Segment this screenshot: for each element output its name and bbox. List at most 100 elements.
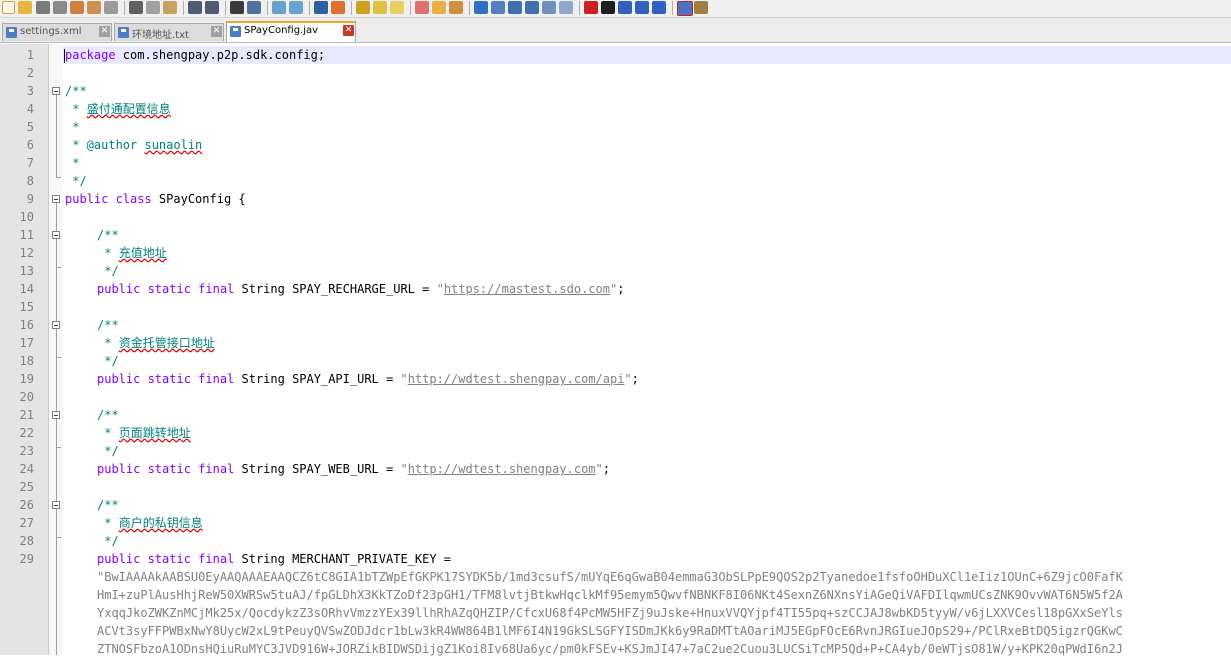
paragraph-icon[interactable] (491, 1, 505, 14)
fold-guide-end (56, 537, 61, 538)
line-number: 28 (19, 534, 34, 548)
unindent-icon[interactable] (525, 1, 539, 14)
show-all-chars-icon[interactable] (356, 1, 370, 14)
indent-guide-icon[interactable] (373, 1, 387, 14)
tab-spayconfig-java[interactable]: SPayConfig.jav ✕ (226, 21, 356, 42)
code-line-27: * 商户的私钥信息 (97, 516, 203, 530)
line-number: 11 (19, 228, 34, 242)
toolbar (0, 0, 1231, 18)
code-line-11: /** (97, 228, 119, 242)
line-number: 15 (19, 300, 34, 314)
fold-toggle-icon[interactable] (52, 87, 60, 95)
redo-icon[interactable] (205, 1, 219, 14)
bookmark-icon[interactable] (390, 1, 404, 14)
file-icon (230, 26, 241, 37)
toolbar-separator (672, 1, 673, 15)
doc-map-icon[interactable] (415, 1, 429, 14)
line-number: 17 (19, 336, 34, 350)
line-number: 29 (19, 552, 34, 566)
open-file-icon[interactable] (18, 1, 32, 14)
cut-icon[interactable] (129, 1, 143, 14)
line-number: 22 (19, 426, 34, 440)
line-number: 4 (26, 102, 34, 116)
line-number: 8 (26, 174, 34, 188)
spell-check-icon[interactable] (677, 1, 693, 16)
line-number: 9 (26, 192, 34, 206)
key-line-3: YxqqJkoZWKZnMCjMk25x/QocdykzZ3sORhvVmzzY… (97, 606, 1123, 620)
zoom-in-icon[interactable] (272, 1, 286, 14)
run-macro-multiple-icon[interactable] (635, 1, 649, 14)
replace-icon[interactable] (247, 1, 261, 14)
code-line-17: * 资金托管接口地址 (97, 336, 215, 350)
fold-toggle-icon[interactable] (52, 411, 60, 419)
file-icon (6, 27, 17, 38)
code-line-5: * (65, 120, 80, 134)
print-icon[interactable] (104, 1, 118, 14)
tab-close-icon[interactable]: ✕ (211, 26, 222, 37)
stop-macro-icon[interactable] (601, 1, 615, 14)
function-list-icon[interactable] (432, 1, 446, 14)
close-all-icon[interactable] (87, 1, 101, 14)
clip-icon[interactable] (559, 1, 573, 14)
fold-guide (56, 95, 57, 177)
line-number: 2 (26, 66, 34, 80)
code-line-19: public static final String SPAY_API_URL … (97, 372, 639, 386)
play-macro-icon[interactable] (618, 1, 632, 14)
code-line-4: * 盛付通配置信息 (65, 102, 171, 116)
macro-list-icon[interactable] (474, 1, 488, 14)
code-line-22: * 页面跳转地址 (97, 426, 191, 440)
line-number: 7 (26, 156, 34, 170)
save-all-icon[interactable] (53, 1, 67, 14)
fold-toggle-icon[interactable] (52, 231, 60, 239)
paste-icon[interactable] (163, 1, 177, 14)
code-editor[interactable]: 1 2 3 4 5 6 7 8 9 10 11 12 13 14 15 16 1… (0, 44, 1231, 656)
plugin-icon[interactable] (694, 1, 708, 14)
sync-scroll-icon[interactable] (314, 1, 328, 14)
fold-toggle-icon[interactable] (52, 321, 60, 329)
tab-close-icon[interactable]: ✕ (343, 25, 354, 36)
code-line-6: * @author sunaolin (65, 138, 203, 152)
fold-toggle-icon[interactable] (52, 195, 60, 203)
tab-close-icon[interactable]: ✕ (99, 26, 110, 37)
line-number: 5 (26, 120, 34, 134)
toolbar-separator (183, 1, 184, 15)
key-line-4: ACVt3syFFPWBxNwY8UycW2xL9tPeuyQVSwZODJdc… (97, 624, 1123, 638)
tab-bar: settings.xml ✕ 环境地址.txt ✕ SPayConfig.jav… (0, 18, 1231, 43)
code-line-14: public static final String SPAY_RECHARGE… (97, 282, 625, 296)
record-macro-icon[interactable] (584, 1, 598, 14)
fold-toggle-icon[interactable] (52, 501, 60, 509)
copy-icon[interactable] (146, 1, 160, 14)
file-icon (118, 27, 129, 38)
tab-env-address-txt[interactable]: 环境地址.txt ✕ (114, 23, 224, 41)
line-number: 16 (19, 318, 34, 332)
line-number: 10 (19, 210, 34, 224)
code-line-26: /** (97, 498, 119, 512)
find-icon[interactable] (230, 1, 244, 14)
zoom-out-icon[interactable] (289, 1, 303, 14)
code-line-7: * (65, 156, 80, 170)
line-number: 3 (26, 84, 34, 98)
key-line-1: "BwIAAAAkAABSU0EyAAQAAAEAAQCZ6tC8GIA1bTZ… (97, 570, 1123, 584)
line-number: 19 (19, 372, 34, 386)
code-line-3: /** (65, 84, 87, 98)
line-number: 20 (19, 390, 34, 404)
code-line-1: package com.shengpay.p2p.sdk.config; (64, 48, 326, 63)
tab-settings-xml[interactable]: settings.xml ✕ (2, 23, 112, 41)
folder-workspace-icon[interactable] (449, 1, 463, 14)
monitoring-icon[interactable] (542, 1, 556, 14)
toolbar-separator (579, 1, 580, 15)
indent-icon[interactable] (508, 1, 522, 14)
save-icon[interactable] (36, 1, 50, 14)
close-icon[interactable] (70, 1, 84, 14)
fold-guide-end (56, 447, 61, 448)
line-number: 18 (19, 354, 34, 368)
undo-icon[interactable] (188, 1, 202, 14)
toolbar-separator (267, 1, 268, 15)
save-macro-icon[interactable] (652, 1, 666, 14)
word-wrap-icon[interactable] (331, 1, 345, 14)
toolbar-separator (469, 1, 470, 15)
line-number: 14 (19, 282, 34, 296)
toolbar-separator (309, 1, 310, 15)
new-file-icon[interactable] (2, 1, 15, 14)
line-number: 6 (26, 138, 34, 152)
